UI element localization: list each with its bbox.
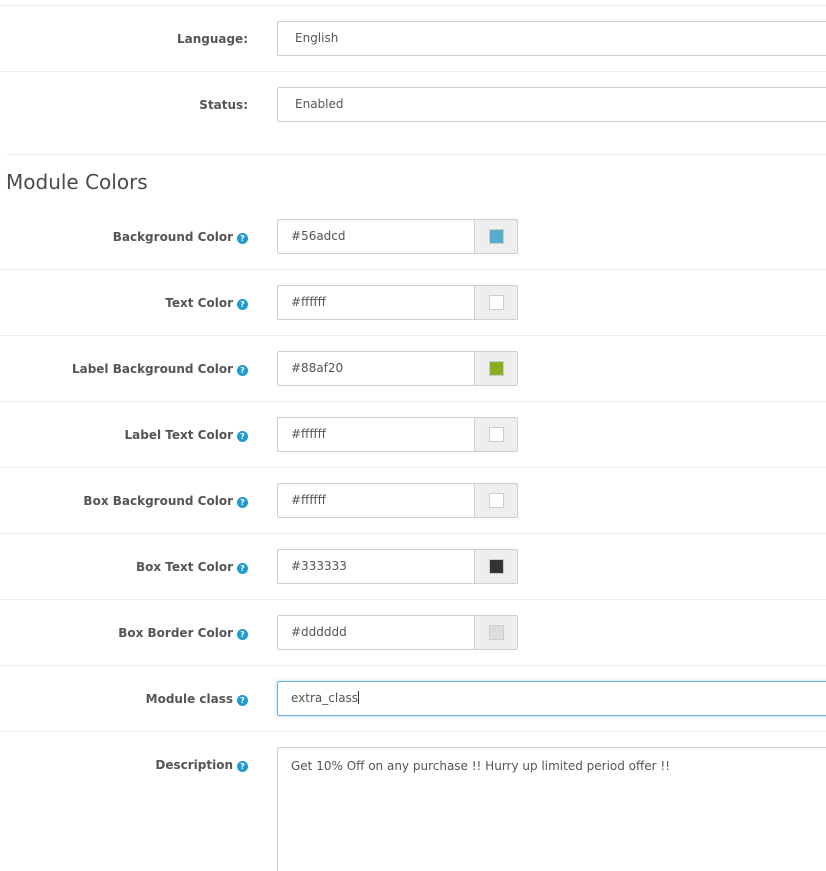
help-circle-icon[interactable]: ? <box>237 563 248 574</box>
language-label: Language: <box>176 32 248 46</box>
help-circle-icon[interactable]: ? <box>237 497 248 508</box>
divider <box>0 533 826 534</box>
color-picker-addon[interactable] <box>474 285 518 320</box>
color-swatch <box>489 295 504 310</box>
description-label-text: Description <box>155 758 233 772</box>
description-label: Description? <box>155 758 248 772</box>
color-label-text: Box Background Color <box>83 494 233 508</box>
divider <box>0 467 826 468</box>
divider <box>0 5 826 6</box>
help-circle-icon[interactable]: ? <box>237 695 248 706</box>
color-label-text: Background Color <box>112 230 233 244</box>
color-picker-addon[interactable] <box>474 351 518 386</box>
module-class-input[interactable]: extra_class <box>277 681 826 716</box>
divider <box>0 269 826 270</box>
color-hex-input[interactable]: #88af20 <box>277 351 475 386</box>
color-hex-input[interactable]: #56adcd <box>277 219 475 254</box>
color-label: Text Color? <box>165 296 248 310</box>
divider <box>0 731 826 732</box>
status-select[interactable]: Enabled <box>277 87 826 122</box>
module-class-value: extra_class <box>291 691 359 705</box>
color-label-text: Label Background Color <box>71 362 233 376</box>
divider <box>0 71 826 72</box>
help-circle-icon[interactable]: ? <box>237 431 248 442</box>
color-swatch <box>489 493 504 508</box>
color-swatch <box>489 361 504 376</box>
color-picker-addon[interactable] <box>474 219 518 254</box>
color-picker-addon[interactable] <box>474 417 518 452</box>
color-label: Box Background Color? <box>83 494 248 508</box>
color-label-text: Label Text Color <box>124 428 233 442</box>
color-hex-input[interactable]: #ffffff <box>277 285 475 320</box>
color-label: Label Text Color? <box>125 428 248 442</box>
color-swatch <box>489 427 504 442</box>
color-swatch <box>489 625 504 640</box>
help-circle-icon[interactable]: ? <box>237 761 248 772</box>
color-label-text: Box Border Color <box>118 626 233 640</box>
divider <box>0 599 826 600</box>
text-caret <box>358 691 360 704</box>
description-textarea[interactable]: Get 10% Off on any purchase !! Hurry up … <box>277 747 826 871</box>
module-colors-heading: Module Colors <box>6 170 148 194</box>
divider <box>0 335 826 336</box>
color-swatch <box>489 559 504 574</box>
color-swatch <box>489 229 504 244</box>
color-hex-input[interactable]: #dddddd <box>277 615 475 650</box>
color-picker-addon[interactable] <box>474 615 518 650</box>
color-label-text: Text Color <box>165 296 233 310</box>
help-circle-icon[interactable]: ? <box>237 629 248 640</box>
language-select[interactable]: English <box>277 21 826 56</box>
color-picker-addon[interactable] <box>474 483 518 518</box>
color-label: Label Background Color? <box>72 362 248 376</box>
module-class-label: Module class? <box>146 692 248 706</box>
color-label: Box Text Color? <box>136 560 248 574</box>
color-label-text: Box Text Color <box>135 560 233 574</box>
module-class-label-text: Module class <box>145 692 233 706</box>
help-circle-icon[interactable]: ? <box>237 299 248 310</box>
color-hex-input[interactable]: #333333 <box>277 549 475 584</box>
color-label: Box Border Color? <box>118 626 248 640</box>
color-label: Background Color? <box>113 230 248 244</box>
divider <box>6 154 826 155</box>
divider <box>0 401 826 402</box>
color-hex-input[interactable]: #ffffff <box>277 483 475 518</box>
help-circle-icon[interactable]: ? <box>237 365 248 376</box>
color-hex-input[interactable]: #ffffff <box>277 417 475 452</box>
divider <box>0 665 826 666</box>
help-circle-icon[interactable]: ? <box>237 233 248 244</box>
color-picker-addon[interactable] <box>474 549 518 584</box>
status-label: Status: <box>199 98 248 112</box>
